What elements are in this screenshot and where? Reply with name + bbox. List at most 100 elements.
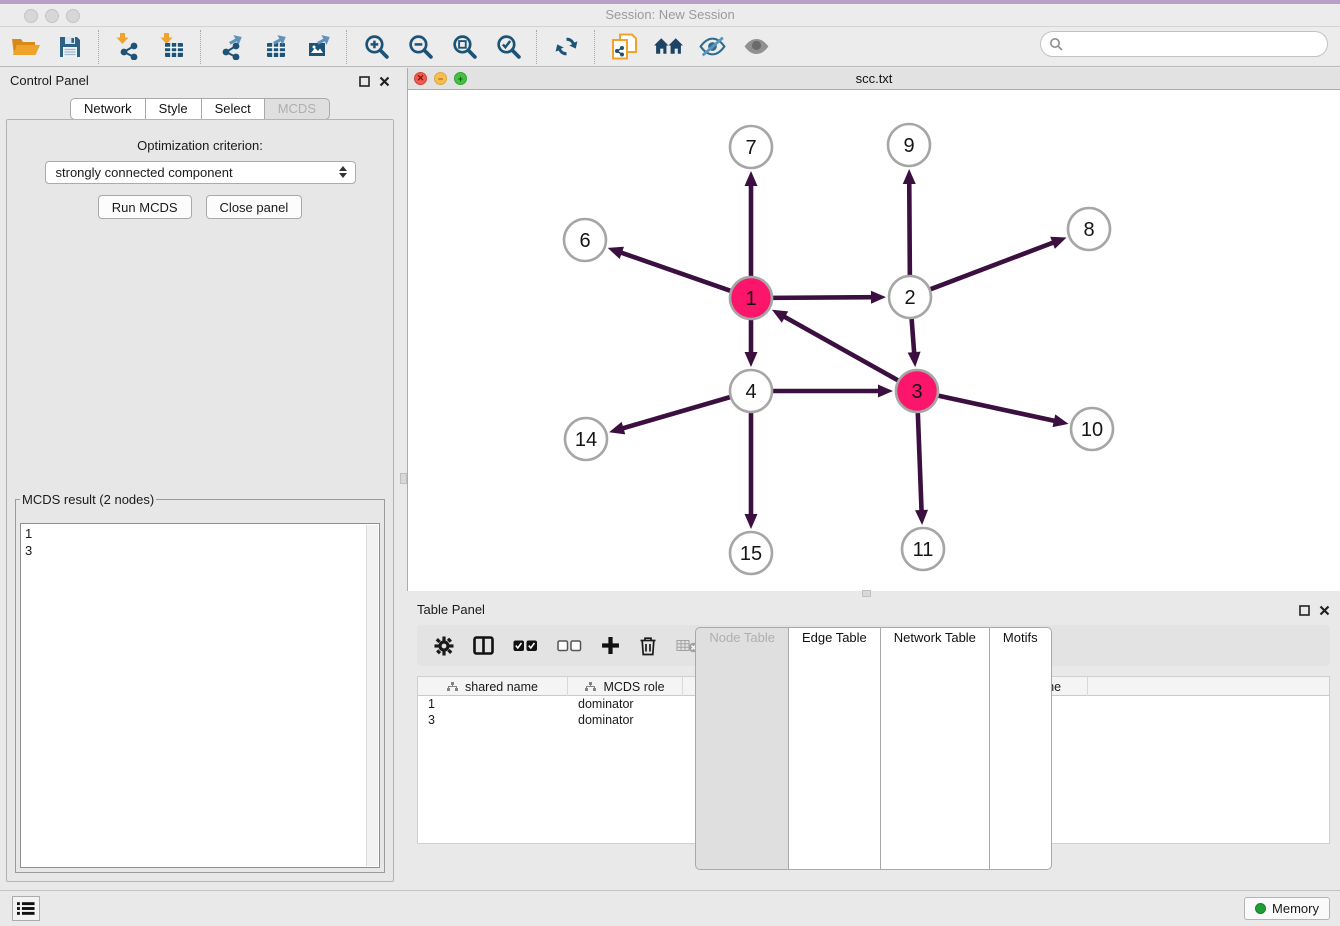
mcds-result-list[interactable]: 13	[20, 523, 380, 868]
zoom-in-icon	[363, 33, 390, 60]
run-mcds-button[interactable]: Run MCDS	[98, 195, 192, 219]
node-3[interactable]: 3	[896, 370, 938, 412]
hide-eye-button[interactable]	[691, 30, 733, 64]
zoom-out-icon	[407, 33, 434, 60]
close-table-panel-icon[interactable]	[1319, 603, 1330, 621]
import-table-button[interactable]	[151, 30, 193, 64]
toolbar-separator	[594, 30, 596, 64]
import-network-button[interactable]	[107, 30, 149, 64]
tab-node-table[interactable]: Node Table	[695, 627, 789, 870]
edge-3-1[interactable]	[772, 310, 899, 381]
node-10[interactable]: 10	[1071, 408, 1113, 450]
export-network-icon	[217, 33, 244, 60]
svg-text:8: 8	[1083, 219, 1094, 241]
show-eye-button[interactable]	[735, 30, 777, 64]
export-image-button[interactable]	[297, 30, 339, 64]
duplicate-network-button[interactable]	[603, 30, 645, 64]
network-canvas[interactable]: 1 2 3 4 6 7 8 9 10 11 14 15	[408, 90, 1340, 591]
export-table-button[interactable]	[253, 30, 295, 64]
task-history-button[interactable]	[12, 896, 40, 921]
toolbar-separator	[346, 30, 348, 64]
horizontal-splitter-handle[interactable]	[862, 590, 871, 597]
main-titlebar: Session: New Session	[0, 4, 1340, 27]
dropdown-arrows-icon	[339, 166, 347, 178]
hide-eye-icon	[698, 35, 727, 58]
zoom-selected-button[interactable]	[487, 30, 529, 64]
node-6[interactable]: 6	[564, 219, 606, 261]
node-7[interactable]: 7	[730, 126, 772, 168]
vertical-splitter-handle[interactable]	[400, 473, 407, 484]
svg-text:11: 11	[913, 539, 934, 561]
table-panel: Table Panel f(x) shared nameMCDS rolesuc…	[407, 597, 1340, 888]
edge-1-4[interactable]	[745, 319, 758, 367]
network-window: ✕ − + scc.txt 1234678910111415	[407, 68, 1340, 591]
edge-3-10[interactable]	[938, 395, 1069, 427]
edge-2-3[interactable]	[908, 318, 921, 367]
edge-2-9[interactable]	[903, 169, 916, 276]
save-session-button[interactable]	[49, 30, 91, 64]
node-11[interactable]: 11	[902, 528, 944, 570]
mcds-result-label: MCDS result (2 nodes)	[20, 492, 156, 507]
memory-status-icon	[1255, 903, 1266, 914]
duplicate-network-icon	[611, 33, 638, 60]
edge-2-8[interactable]	[930, 237, 1067, 290]
svg-text:7: 7	[745, 137, 756, 159]
zoom-in-button[interactable]	[355, 30, 397, 64]
node-9[interactable]: 9	[888, 124, 930, 166]
criterion-dropdown[interactable]: strongly connected component	[45, 161, 356, 184]
edge-4-15[interactable]	[745, 412, 758, 529]
open-session-button[interactable]	[5, 30, 47, 64]
node-8[interactable]: 8	[1068, 208, 1110, 250]
import-network-icon	[115, 33, 142, 60]
node-15[interactable]: 15	[730, 532, 772, 574]
tab-motifs[interactable]: Motifs	[990, 627, 1052, 870]
node-2[interactable]: 2	[889, 276, 931, 318]
edge-4-3[interactable]	[772, 385, 893, 398]
zoom-selected-icon	[495, 33, 522, 60]
tab-edge-table[interactable]: Edge Table	[789, 627, 881, 870]
tab-style[interactable]: Style	[146, 98, 202, 120]
tab-select[interactable]: Select	[202, 98, 265, 120]
zoom-fit-button[interactable]	[443, 30, 485, 64]
tab-network[interactable]: Network	[70, 98, 146, 120]
network-title: scc.txt	[408, 68, 1340, 90]
open-session-icon	[11, 34, 41, 59]
memory-label: Memory	[1272, 901, 1319, 916]
svg-text:14: 14	[575, 429, 597, 451]
task-list-icon	[17, 901, 35, 916]
refresh-layout-icon	[553, 33, 580, 60]
search-icon	[1049, 37, 1063, 51]
control-panel-title: Control Panel	[10, 73, 89, 88]
export-network-button[interactable]	[209, 30, 251, 64]
close-panel-icon[interactable]	[379, 74, 390, 92]
edge-1-7[interactable]	[745, 171, 758, 277]
refresh-layout-button[interactable]	[545, 30, 587, 64]
svg-text:15: 15	[740, 543, 762, 565]
float-table-panel-icon[interactable]	[1299, 603, 1310, 621]
network-canvas-svg: 1 2 3 4 6 7 8 9 10 11 14 15	[408, 90, 1340, 591]
memory-button[interactable]: Memory	[1244, 897, 1330, 920]
svg-text:3: 3	[911, 381, 922, 403]
zoom-out-button[interactable]	[399, 30, 441, 64]
node-1[interactable]: 1	[730, 277, 772, 319]
node-14[interactable]: 14	[565, 418, 607, 460]
search-box[interactable]	[1040, 31, 1328, 57]
import-table-icon	[159, 33, 186, 60]
search-input[interactable]	[1068, 36, 1319, 53]
edge-1-6[interactable]	[608, 247, 732, 291]
optimization-label: Optimization criterion:	[7, 138, 393, 153]
tab-network-table[interactable]: Network Table	[881, 627, 990, 870]
tab-mcds[interactable]: MCDS	[265, 98, 330, 120]
float-panel-icon[interactable]	[359, 74, 370, 92]
export-image-icon	[305, 33, 332, 60]
close-panel-button[interactable]: Close panel	[206, 195, 303, 219]
result-scrollbar[interactable]	[366, 525, 378, 866]
networks-home-button[interactable]	[647, 30, 689, 64]
toolbar-separator	[536, 30, 538, 64]
edge-1-2[interactable]	[772, 291, 886, 304]
edge-3-11[interactable]	[915, 412, 928, 525]
node-4[interactable]: 4	[730, 370, 772, 412]
control-panel-tabs: NetworkStyleSelectMCDS	[0, 98, 400, 120]
edge-4-14[interactable]	[609, 397, 731, 434]
result-line: 3	[25, 542, 375, 559]
